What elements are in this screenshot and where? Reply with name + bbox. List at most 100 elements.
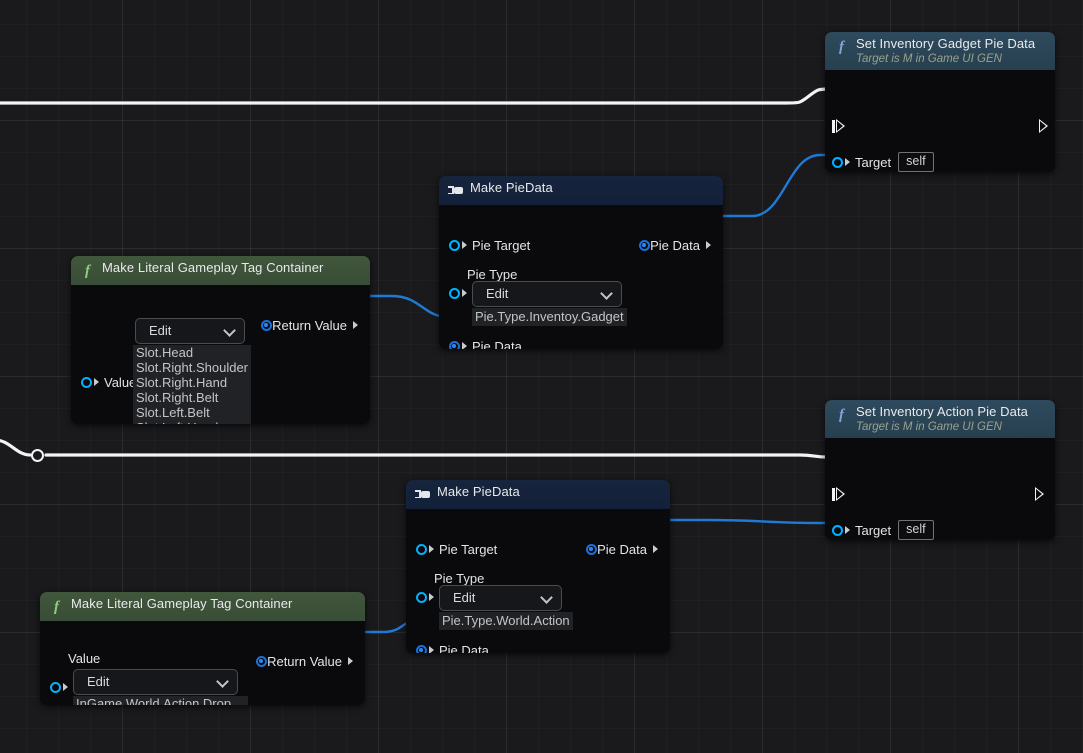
pin-pie-data-in[interactable]: Pie Data xyxy=(416,643,489,653)
pin-pie-data-out[interactable]: Pie Data xyxy=(586,542,660,557)
pin-value[interactable] xyxy=(50,681,73,693)
pin-pie-data-out[interactable]: Pie Data xyxy=(639,238,713,253)
pie-type-tag-list: Pie.Type.Inventoy.Gadget xyxy=(472,307,627,326)
pin-target[interactable]: Target self xyxy=(832,152,934,172)
tag-item: InGame.World.Action.Drop xyxy=(76,695,232,705)
tag-item: Slot.Right.Hand xyxy=(136,374,228,390)
pin-label: Pie Target xyxy=(439,541,498,557)
tag-item: Slot.Left.Hand xyxy=(136,420,248,424)
node-make-literal-gameplay-tag-container-actions[interactable]: f Make Literal Gameplay Tag Container Va… xyxy=(40,592,365,705)
struct-pin-icon xyxy=(449,340,460,349)
function-f-icon: f xyxy=(54,599,59,615)
chevron-down-icon xyxy=(601,288,612,299)
object-pin-icon xyxy=(449,287,460,299)
object-pin-icon xyxy=(832,524,843,536)
tag-item: Slot.Head xyxy=(136,344,194,360)
node-set-inventory-gadget-pie-data[interactable]: f Set Inventory Gadget Pie Data Target i… xyxy=(825,32,1055,172)
object-pin-icon xyxy=(416,591,427,603)
node-header: f Set Inventory Action Pie Data Target i… xyxy=(825,400,1055,439)
dropdown-value: Edit xyxy=(87,674,110,690)
pin-pie-type[interactable] xyxy=(449,287,472,299)
node-title: Set Inventory Gadget Pie Data xyxy=(856,36,1036,51)
tag-item: Pie.Type.World.Action xyxy=(442,612,570,628)
node-header: f Set Inventory Gadget Pie Data Target i… xyxy=(825,32,1055,71)
node-make-piedata-gadget[interactable]: Make PieData Pie Target Pie Data Pie Typ… xyxy=(439,176,723,349)
struct-pin-icon xyxy=(639,239,651,251)
object-pin-icon xyxy=(81,376,92,388)
dropdown-value: Edit xyxy=(486,286,509,302)
tag-item: Slot.Right.Belt xyxy=(136,389,219,405)
struct-pin-icon xyxy=(256,655,268,667)
node-make-literal-gameplay-tag-container-slots[interactable]: f Make Literal Gameplay Tag Container Va… xyxy=(71,256,370,424)
pin-label: Target xyxy=(855,154,892,170)
pie-type-label: Pie Type xyxy=(467,266,518,282)
make-struct-icon xyxy=(415,486,430,504)
node-make-piedata-action[interactable]: Make PieData Pie Target Pie Data Pie Typ… xyxy=(406,480,670,653)
pin-return-value[interactable]: Return Value xyxy=(256,654,355,669)
dropdown-value: Edit xyxy=(453,590,476,606)
gameplay-tag-list: InGame.World.Action.Drop InGame.World.Ac… xyxy=(73,695,248,705)
tag-item: Slot.Left.Belt xyxy=(136,404,210,420)
function-f-icon: f xyxy=(839,407,844,423)
object-pin-icon xyxy=(416,543,427,555)
exec-reroute-node[interactable] xyxy=(31,449,44,462)
struct-pin-icon xyxy=(416,644,427,653)
node-set-inventory-action-pie-data[interactable]: f Set Inventory Action Pie Data Target i… xyxy=(825,400,1055,540)
pin-return-value[interactable]: Return Value xyxy=(261,318,360,333)
node-header: f Make Literal Gameplay Tag Container xyxy=(71,256,370,285)
chevron-down-icon xyxy=(224,325,235,336)
pin-label: Pie Data xyxy=(597,541,647,557)
object-pin-icon xyxy=(50,681,61,693)
value-label: Value xyxy=(68,650,101,666)
exec-out-pin[interactable] xyxy=(1035,487,1044,502)
pie-type-edit-dropdown[interactable]: Edit xyxy=(472,280,622,307)
pin-value[interactable]: Value xyxy=(81,375,136,390)
pie-type-label: Pie Type xyxy=(434,570,485,586)
node-title: Make PieData xyxy=(470,180,553,195)
value-edit-dropdown[interactable]: Edit xyxy=(135,317,245,344)
function-f-icon: f xyxy=(839,39,844,55)
pin-label: Target xyxy=(855,522,892,538)
exec-in-pin[interactable] xyxy=(832,119,845,134)
target-self-field[interactable]: self xyxy=(898,152,934,172)
pie-type-edit-dropdown[interactable]: Edit xyxy=(439,584,562,611)
pin-label: Value xyxy=(104,374,137,390)
function-f-icon: f xyxy=(85,263,90,279)
target-self-field[interactable]: self xyxy=(898,520,934,540)
pin-label: Pie Data xyxy=(472,338,522,349)
pin-pie-type[interactable] xyxy=(416,591,439,603)
pin-target[interactable]: Target self xyxy=(832,520,934,540)
chevron-down-icon xyxy=(541,592,552,603)
node-title: Make Literal Gameplay Tag Container xyxy=(102,260,324,275)
chevron-down-icon xyxy=(217,676,228,687)
gameplay-tag-list: Slot.Head Slot.Right.Shoulder Slot.Right… xyxy=(133,344,252,424)
dropdown-value: Edit xyxy=(149,323,172,339)
exec-in-pin[interactable] xyxy=(832,487,845,502)
exec-out-pin[interactable] xyxy=(1039,119,1048,134)
struct-pin-icon xyxy=(586,543,598,555)
make-struct-icon xyxy=(448,182,463,200)
node-subtitle: Target is M in Game UI GEN xyxy=(856,420,1002,433)
pin-label: Pie Target xyxy=(472,237,531,253)
pin-label: Return Value xyxy=(267,653,342,669)
pie-type-tag-list: Pie.Type.World.Action xyxy=(439,611,573,630)
node-title: Set Inventory Action Pie Data xyxy=(856,404,1028,419)
pin-pie-target[interactable]: Pie Target xyxy=(416,542,497,557)
tag-item: Slot.Right.Shoulder xyxy=(136,359,249,375)
node-header: Make PieData xyxy=(439,176,723,205)
node-header: Make PieData xyxy=(406,480,670,509)
object-pin-icon xyxy=(449,239,460,251)
value-edit-dropdown[interactable]: Edit xyxy=(73,668,238,695)
pin-pie-data-in[interactable]: Pie Data xyxy=(449,339,522,349)
node-header: f Make Literal Gameplay Tag Container xyxy=(40,592,365,621)
pin-label: Pie Data xyxy=(439,642,489,653)
node-title: Make PieData xyxy=(437,484,520,499)
pin-label: Return Value xyxy=(272,317,347,333)
blueprint-graph-canvas[interactable]: f Set Inventory Gadget Pie Data Target i… xyxy=(0,0,1083,753)
node-subtitle: Target is M in Game UI GEN xyxy=(856,52,1002,65)
pin-pie-target[interactable]: Pie Target xyxy=(449,238,530,253)
tag-item: Pie.Type.Inventoy.Gadget xyxy=(475,308,624,324)
pin-label: Pie Data xyxy=(650,237,700,253)
struct-pin-icon xyxy=(261,319,273,331)
object-pin-icon xyxy=(832,156,843,168)
